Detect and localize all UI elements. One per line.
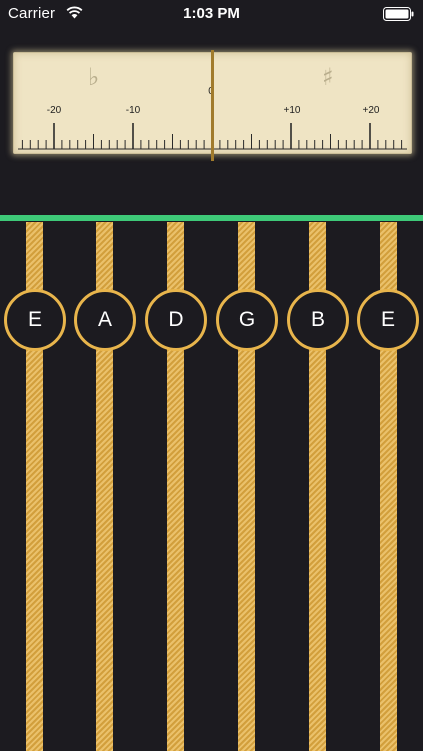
string-button-e-high[interactable]: E	[357, 289, 419, 351]
scale-label-minus-20: -20	[46, 105, 62, 116]
string-button-e-low[interactable]: E	[4, 289, 66, 351]
sharp-symbol: ♯	[322, 63, 334, 91]
in-tune-indicator	[0, 215, 423, 221]
battery-icon	[383, 7, 414, 21]
status-time: 1:03 PM	[183, 5, 240, 22]
flat-symbol: ♭	[88, 63, 100, 91]
scale-label-plus-10: +10	[283, 105, 301, 116]
string-button-g[interactable]: G	[216, 289, 278, 351]
scale-label-minus-10: -10	[125, 105, 141, 116]
scale-label-plus-20: +20	[362, 105, 380, 116]
status-bar: Carrier 1:03 PM	[0, 0, 423, 28]
tuner-needle	[211, 50, 214, 161]
string-button-a[interactable]: A	[74, 289, 136, 351]
string-button-d[interactable]: D	[145, 289, 207, 351]
string-button-b[interactable]: B	[287, 289, 349, 351]
